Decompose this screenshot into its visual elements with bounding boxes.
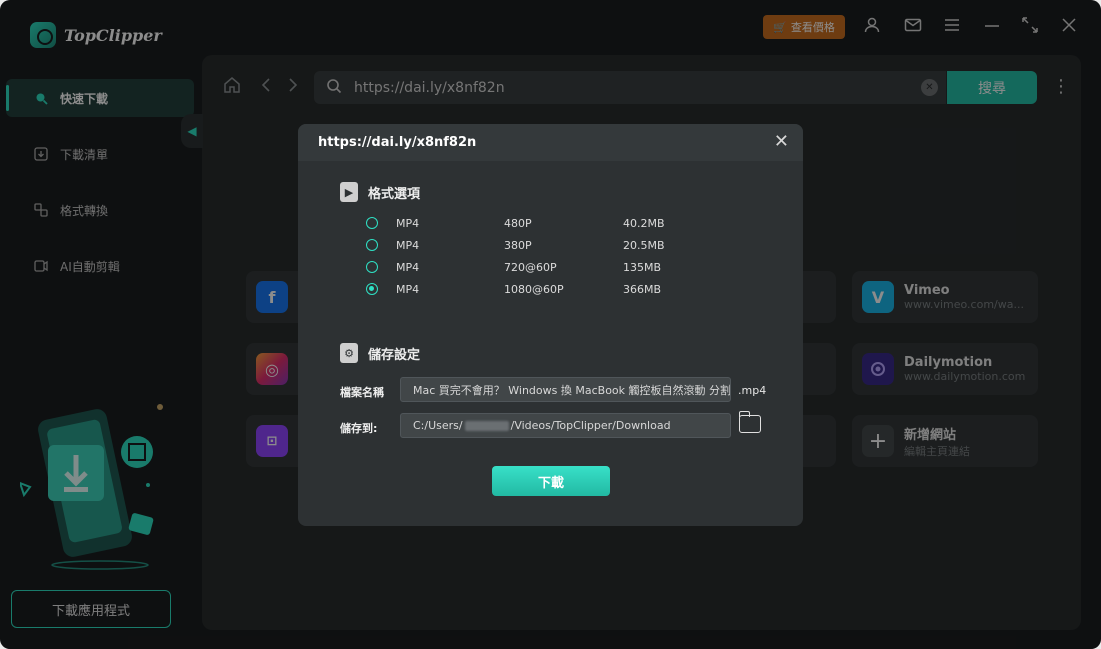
- format-radio[interactable]: [366, 239, 378, 251]
- path-prefix: C:/Users/: [413, 419, 463, 432]
- format-option[interactable]: MP4 380P 20.5MB: [366, 236, 683, 254]
- format-type: MP4: [396, 238, 420, 252]
- file-extension: .mp4: [738, 384, 767, 397]
- save-path-input[interactable]: C:/Users/ /Videos/TopClipper/Download: [400, 413, 731, 438]
- format-type: MP4: [396, 282, 420, 296]
- download-dialog: https://dai.ly/x8nf82n ✕ ▶ 格式選項 MP4 480P…: [298, 124, 803, 526]
- format-option[interactable]: MP4 480P 40.2MB: [366, 214, 683, 232]
- format-section-title: ▶ 格式選項: [340, 182, 420, 202]
- dialog-title: https://dai.ly/x8nf82n: [318, 135, 477, 150]
- format-resolution: 480P: [504, 216, 532, 230]
- format-option-selected[interactable]: MP4 1080@60P 366MB: [366, 280, 683, 298]
- format-type: MP4: [396, 260, 420, 274]
- format-size: 40.2MB: [623, 216, 665, 230]
- format-size: 366MB: [623, 282, 662, 296]
- redacted-username: [464, 420, 509, 431]
- app-window: TopClipper 🛒 查看價格 快速下載 下載清單 格式轉換 AI自動剪輯 …: [0, 0, 1101, 649]
- video-file-icon: ▶: [340, 182, 358, 202]
- format-resolution: 1080@60P: [504, 282, 564, 296]
- filename-label: 檔案名稱: [340, 386, 384, 399]
- format-resolution: 720@60P: [504, 260, 557, 274]
- format-radio-checked[interactable]: [366, 283, 378, 295]
- format-size: 135MB: [623, 260, 662, 274]
- path-suffix: /Videos/TopClipper/Download: [510, 419, 671, 432]
- format-radio[interactable]: [366, 217, 378, 229]
- save-section-label: 儲存設定: [368, 347, 421, 363]
- format-radio[interactable]: [366, 261, 378, 273]
- dialog-header: https://dai.ly/x8nf82n ✕: [298, 124, 803, 161]
- format-size: 20.5MB: [623, 238, 665, 252]
- save-to-label: 儲存到:: [340, 422, 378, 435]
- download-button[interactable]: 下載: [492, 466, 610, 496]
- settings-file-icon: ⚙: [340, 343, 358, 363]
- format-section-label: 格式選項: [368, 186, 421, 202]
- save-section-title: ⚙ 儲存設定: [340, 343, 420, 363]
- format-resolution: 380P: [504, 238, 532, 252]
- filename-input[interactable]: Mac 買完不會用？ Windows 換 MacBook 觸控板自然滾動 分割: [400, 377, 731, 402]
- format-option[interactable]: MP4 720@60P 135MB: [366, 258, 683, 276]
- folder-icon[interactable]: [738, 411, 761, 433]
- close-dialog-icon[interactable]: ✕: [774, 132, 789, 152]
- format-type: MP4: [396, 216, 420, 230]
